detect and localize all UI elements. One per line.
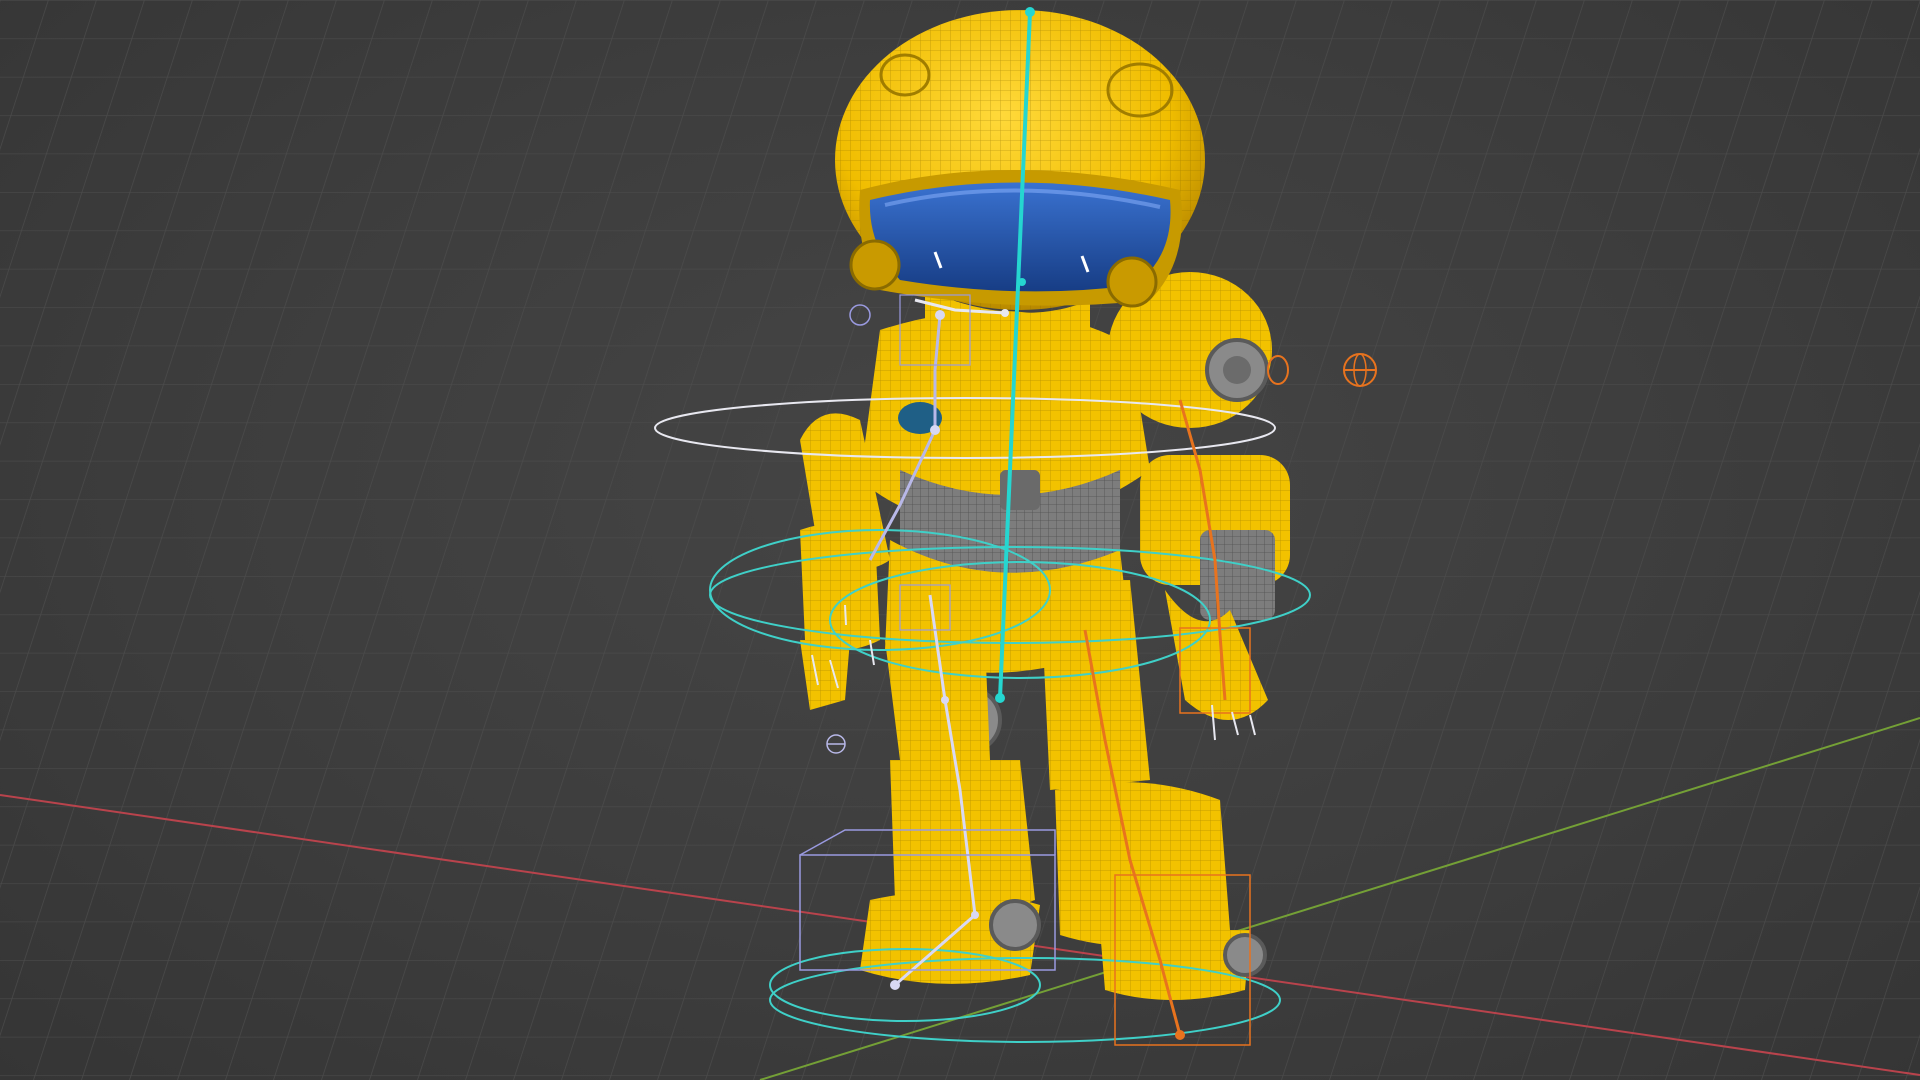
viewport-scene[interactable] [0, 0, 1920, 1080]
3d-viewport[interactable] [0, 0, 1920, 1080]
